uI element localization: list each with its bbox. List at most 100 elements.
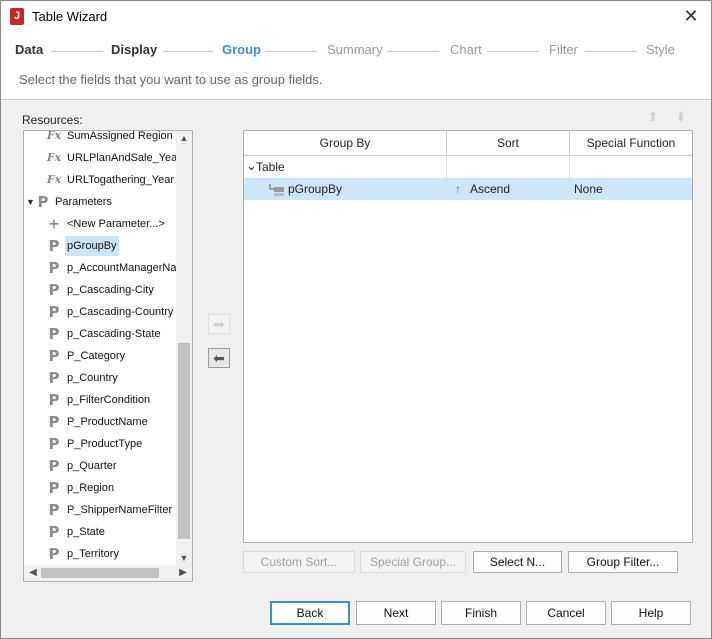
remove-field-button[interactable]: ⬅ <box>208 348 230 368</box>
grid-cell: pGroupBy <box>244 178 447 200</box>
tree-item[interactable]: P p_Region <box>24 477 176 499</box>
grid-cell[interactable]: ↑ Ascend <box>447 178 570 200</box>
scroll-up-icon[interactable]: ▲ <box>176 131 192 145</box>
group-filter-button[interactable]: Group Filter... <box>568 551 678 573</box>
tree-item[interactable]: P p_Cascading-State <box>24 323 176 345</box>
parameter-icon: P <box>48 457 60 475</box>
table-row-root[interactable]: ⌄ Table <box>244 156 692 178</box>
group-by-grid[interactable]: Group By Sort Special Function ⌄ Table p… <box>243 130 693 543</box>
add-field-button[interactable]: ➡ <box>208 314 230 334</box>
finish-button[interactable]: Finish <box>441 601 521 625</box>
back-button[interactable]: Back <box>270 601 350 625</box>
sort-value: Ascend <box>470 182 511 196</box>
step-group[interactable]: Group <box>222 42 261 57</box>
parameter-icon: P <box>48 369 60 387</box>
scroll-right-icon[interactable]: ▶ <box>176 565 190 581</box>
arrow-right-icon: ➡ <box>213 316 225 332</box>
app-logo-icon: J <box>10 8 24 25</box>
function-icon: Fx <box>46 173 62 186</box>
move-up-button[interactable]: ⬆ <box>643 107 663 127</box>
tree-horizontal-scrollbar[interactable]: ◀ ▶ <box>24 565 192 581</box>
parameter-icon: P <box>48 259 60 277</box>
parameter-icon: P <box>48 435 60 453</box>
step-filter[interactable]: Filter <box>549 42 578 57</box>
parameter-icon: P <box>48 237 60 255</box>
tree-item[interactable]: P p_State <box>24 521 176 543</box>
step-style[interactable]: Style <box>646 42 675 57</box>
tree-item[interactable]: P P_ShipperNameFilter <box>24 499 176 521</box>
parameter-icon: P <box>48 545 60 563</box>
arrow-up-icon: ⬆ <box>647 109 659 124</box>
tree-item[interactable]: P p_Country <box>24 367 176 389</box>
tree-item-label: p_Region <box>67 482 115 494</box>
tree-item-new-parameter[interactable]: + <New Parameter...> <box>24 213 176 235</box>
function-icon: Fx <box>46 130 62 142</box>
column-header-special-function[interactable]: Special Function <box>570 131 692 155</box>
column-header-sort[interactable]: Sort <box>447 131 570 155</box>
tree-item[interactable]: P p_Cascading-City <box>24 279 176 301</box>
step-chart[interactable]: Chart <box>450 42 482 57</box>
tree-item-label: p_Quarter <box>67 460 117 472</box>
step-divider <box>265 51 317 52</box>
tree-item-label: <New Parameter...> <box>67 218 165 230</box>
tree-item[interactable]: P P_ProductType <box>24 433 176 455</box>
special-group-button[interactable]: Special Group... <box>360 551 466 573</box>
scroll-down-icon[interactable]: ▼ <box>176 551 192 565</box>
tree-item[interactable]: P p_FilterCondition <box>24 389 176 411</box>
step-data[interactable]: Data <box>15 42 43 57</box>
step-divider <box>487 51 539 52</box>
parameter-icon: P <box>48 391 60 409</box>
parameter-icon: P <box>48 479 60 497</box>
tree-item[interactable]: P P_ProductName <box>24 411 176 433</box>
move-down-button[interactable]: ⬇ <box>671 107 691 127</box>
tree-item[interactable]: P p_AccountManagerName <box>24 257 177 279</box>
tree-item-label: P_ShipperNameFilter <box>67 504 173 516</box>
parameter-icon: P <box>48 281 60 299</box>
tree-item-label: pGroupBy <box>65 236 119 256</box>
tree-item[interactable]: P p_Territory <box>24 543 176 565</box>
tree-item-label: P_Category <box>67 350 126 362</box>
tree-item[interactable]: P P_Category <box>24 345 176 367</box>
tree-item[interactable]: Fx URLTogathering_Year <box>24 169 176 191</box>
resources-tree[interactable]: Fx SumAssigned Region Fx URLPlanAndSale_… <box>23 130 193 582</box>
grid-cell[interactable]: None <box>570 178 692 200</box>
next-button[interactable]: Next <box>356 601 436 625</box>
tree-item[interactable]: Fx URLPlanAndSale_Year <box>24 147 176 169</box>
special-function-value: None <box>574 182 603 196</box>
table-wizard-window: J Table Wizard ✕ Data Display Group Summ… <box>0 0 712 639</box>
step-summary[interactable]: Summary <box>327 42 383 57</box>
tree-item[interactable]: P p_Cascading-Country <box>24 301 176 323</box>
scrollbar-thumb[interactable] <box>41 568 159 578</box>
parameter-icon: P <box>48 325 60 343</box>
select-n-button[interactable]: Select N... <box>473 551 562 573</box>
help-button[interactable]: Help <box>611 601 691 625</box>
tree-item[interactable]: P p_Quarter <box>24 455 176 477</box>
parameter-icon: P <box>48 523 60 541</box>
tree-item[interactable]: P pGroupBy <box>24 235 176 257</box>
instruction-text: Select the fields that you want to use a… <box>19 72 323 87</box>
parameter-icon: P <box>37 193 49 211</box>
parameter-icon: P <box>48 347 60 365</box>
tree-vertical-scrollbar[interactable]: ▲ ▼ <box>176 131 192 565</box>
plus-icon: + <box>48 214 60 234</box>
scroll-left-icon[interactable]: ◀ <box>26 565 40 581</box>
step-display[interactable]: Display <box>111 42 157 57</box>
tree-item-label: p_Country <box>67 372 118 384</box>
tree-item-label: p_State <box>67 526 105 538</box>
tree-item-parameters[interactable]: ▼ P Parameters <box>24 191 176 213</box>
tree-item-label: p_Cascading-City <box>67 284 154 296</box>
column-header-group-by[interactable]: Group By <box>244 131 447 155</box>
grid-cell: ⌄ Table <box>244 156 447 178</box>
tree-item[interactable]: Fx SumAssigned Region <box>24 130 176 147</box>
tree-item-label: P_ProductName <box>67 416 148 428</box>
grid-cell <box>447 156 570 178</box>
cancel-button[interactable]: Cancel <box>526 601 606 625</box>
close-icon[interactable]: ✕ <box>671 1 711 32</box>
tree-item-label: p_FilterCondition <box>67 394 151 406</box>
custom-sort-button[interactable]: Custom Sort... <box>243 551 355 573</box>
tree-item-label: URLPlanAndSale_Year <box>67 152 176 164</box>
table-row[interactable]: pGroupBy ↑ Ascend None <box>244 178 692 200</box>
grid-header: Group By Sort Special Function <box>244 131 692 156</box>
title-bar: J Table Wizard ✕ <box>1 1 711 32</box>
scrollbar-thumb[interactable] <box>178 343 190 539</box>
